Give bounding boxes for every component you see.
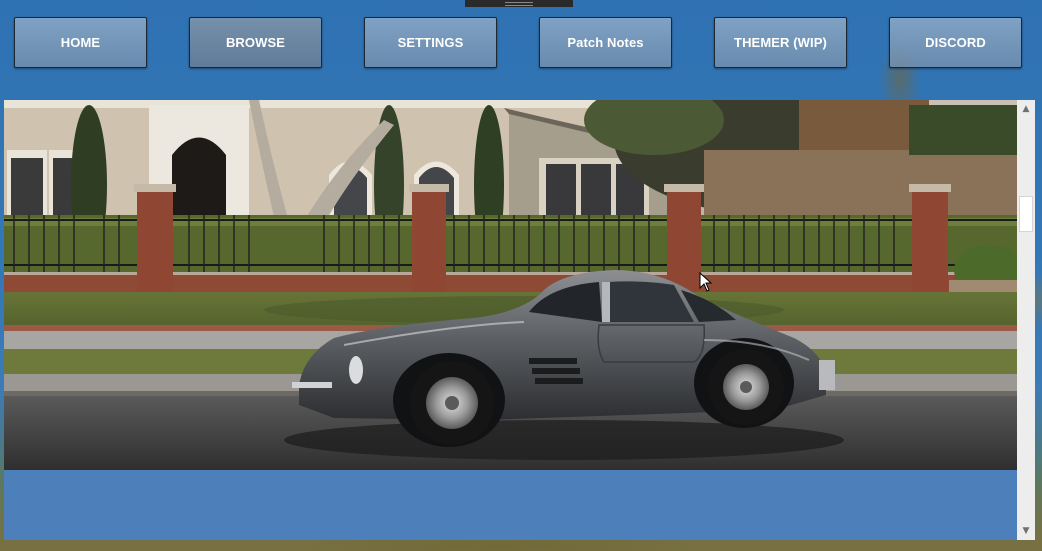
nav-button-settings[interactable]: SETTINGS bbox=[364, 17, 497, 68]
chevron-up-icon[interactable]: ▲ bbox=[1018, 101, 1034, 117]
scrollbar-thumb[interactable] bbox=[1019, 196, 1033, 232]
content-panel bbox=[4, 100, 1017, 540]
chevron-down-icon[interactable]: ▼ bbox=[1018, 523, 1034, 539]
nav-button-discord[interactable]: DISCORD bbox=[889, 17, 1022, 68]
hero-image bbox=[4, 100, 1017, 470]
vertical-scrollbar[interactable]: ▲ ▼ bbox=[1017, 100, 1035, 540]
car-showcase-image bbox=[4, 100, 1017, 470]
mouse-pointer-icon bbox=[699, 272, 713, 292]
nav-button-patch-notes[interactable]: Patch Notes bbox=[539, 17, 672, 68]
nav-button-browse[interactable]: BROWSE bbox=[189, 17, 322, 68]
nav-button-home[interactable]: HOME bbox=[14, 17, 147, 68]
nav-button-themer[interactable]: THEMER (WIP) bbox=[714, 17, 847, 68]
top-navigation: HOME BROWSE SETTINGS Patch Notes THEMER … bbox=[0, 0, 1042, 90]
